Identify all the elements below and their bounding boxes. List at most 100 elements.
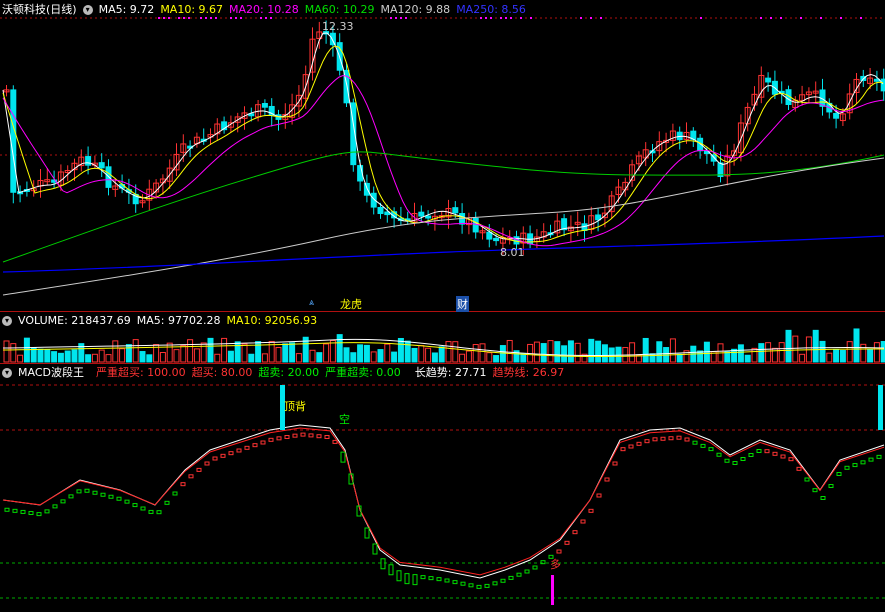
price-candle	[329, 32, 336, 46]
volume-bar	[418, 345, 425, 363]
macd-signal-dot	[716, 452, 722, 457]
volume-bar	[839, 350, 846, 363]
macd-signal-dot	[324, 435, 330, 439]
chevron-down-icon[interactable]: ▾	[82, 5, 93, 15]
ma10-label: MA10: 9.67	[160, 3, 224, 16]
volume-bar	[17, 354, 24, 363]
signal-dot	[700, 17, 702, 19]
macd-trend-line: 趋势线: 26.97	[492, 366, 565, 379]
signal-dot	[600, 17, 602, 19]
price-candle	[418, 211, 425, 217]
volume-bar	[336, 334, 343, 363]
volume-bar	[411, 347, 418, 363]
signal-dot	[530, 17, 532, 19]
ma60-line	[2, 151, 885, 263]
volume-bar	[867, 348, 874, 363]
macd-severe-overbought: 严重超买: 100.00	[95, 366, 186, 379]
signal-dot	[800, 17, 802, 19]
macd-header: ▾ MACD波段王 严重超买: 100.00 超买: 80.00 超卖: 20.…	[0, 365, 564, 381]
signal-dot	[590, 17, 592, 19]
volume-bar	[860, 343, 867, 363]
volume-bar	[819, 340, 826, 363]
macd-signal-dot	[804, 477, 810, 482]
macd-signal-dot	[180, 482, 186, 487]
signal-dot	[770, 17, 772, 19]
macd-signal-dot	[644, 439, 650, 444]
volume-bar	[234, 341, 241, 363]
macd-signal-dot	[148, 509, 154, 514]
macd-signal-dot	[284, 435, 290, 439]
volume-bar	[493, 355, 500, 363]
volume-bar	[119, 348, 126, 363]
ma250-line	[2, 235, 885, 273]
price-candle	[377, 207, 384, 215]
macd-signal-dot	[372, 543, 378, 555]
macd-signal-dot	[364, 527, 370, 539]
volume-bar	[792, 335, 799, 363]
chevron-down-icon[interactable]: ▾	[2, 316, 12, 326]
ma20-label: MA20: 10.28	[229, 3, 299, 16]
volume-bar	[132, 339, 139, 363]
volume-bar	[363, 344, 370, 363]
volume-bar	[846, 341, 853, 363]
macd-signal-dot	[876, 454, 882, 459]
macd-signal-dot	[764, 449, 770, 454]
macd-signal-dot	[388, 564, 394, 576]
volume-bar	[384, 343, 391, 363]
macd-signal-dot	[84, 488, 90, 493]
volume-bar	[248, 353, 255, 363]
volume-bar	[785, 329, 792, 363]
volume-bar	[227, 350, 234, 363]
volume-bar	[533, 341, 540, 363]
volume-bar	[799, 353, 806, 363]
macd-signal-dot	[492, 581, 498, 586]
macd-signal-dot	[404, 573, 410, 585]
macd-signal-dot	[436, 577, 442, 582]
price-candle	[261, 102, 268, 108]
price-candle	[833, 112, 840, 119]
volume-bar	[459, 353, 466, 363]
signal-dot	[840, 17, 842, 19]
macd-overbought: 超买: 80.00	[191, 366, 253, 379]
macd-signal-dot	[252, 443, 258, 448]
chevron-down-icon[interactable]: ▾	[2, 368, 12, 378]
macd-signal-dot	[236, 448, 242, 453]
divider-macd	[0, 363, 885, 364]
volume-bar	[146, 354, 153, 363]
macd-signal-dot	[732, 461, 738, 465]
macd-signal-dot	[668, 436, 674, 441]
macd-signal-dot	[4, 507, 10, 512]
macd-signal-dot	[828, 484, 834, 488]
macd-signal-dot	[44, 509, 50, 514]
volume-bar	[486, 352, 493, 363]
volume-bar	[241, 343, 248, 363]
volume-bar	[642, 337, 649, 363]
macd-signal-dot	[60, 499, 66, 504]
price-candle	[425, 215, 432, 219]
macd-signal-dot	[604, 477, 610, 482]
volume-bar	[812, 329, 819, 363]
event-dragon-tiger-label[interactable]: 龙虎	[340, 296, 362, 312]
event-finance-label[interactable]: 财	[456, 296, 469, 312]
volume-label: VOLUME: 218437.69	[18, 314, 131, 327]
macd-signal-dot	[76, 489, 82, 494]
macd-signal-dot	[852, 463, 858, 468]
chart-canvas[interactable]	[0, 0, 885, 612]
volume-bar	[765, 342, 772, 363]
macd-white-line	[2, 424, 885, 579]
macd-signal-dot	[28, 511, 34, 516]
volume-bar	[853, 328, 860, 363]
volume-bar	[472, 344, 479, 363]
macd-signal-dot	[468, 583, 474, 588]
low-price-label: 8.01	[500, 246, 525, 259]
macd-signal-dot	[652, 437, 658, 442]
macd-signal-dot	[476, 584, 482, 589]
macd-signal-dot	[772, 451, 778, 456]
volume-bar	[873, 342, 880, 363]
volume-bar	[635, 354, 642, 363]
stock-title[interactable]: 沃顿科技(日线)	[0, 2, 77, 18]
macd-signal-dot	[100, 492, 106, 497]
volume-bar	[10, 343, 17, 363]
price-candle	[493, 237, 500, 242]
macd-signal-dot	[316, 434, 322, 439]
